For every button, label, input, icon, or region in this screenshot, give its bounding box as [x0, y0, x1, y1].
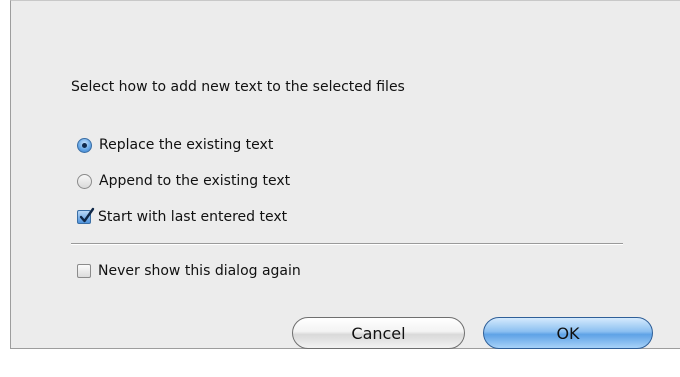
never-show-dialog-checkbox-option[interactable]: Never show this dialog again: [77, 261, 301, 281]
append-text-label: Append to the existing text: [99, 173, 291, 189]
checkbox-checked-icon[interactable]: [77, 207, 95, 224]
never-show-dialog-label: Never show this dialog again: [98, 263, 301, 279]
replace-text-radio-option[interactable]: Replace the existing text: [77, 135, 273, 155]
append-text-radio-option[interactable]: Append to the existing text: [77, 171, 290, 191]
cancel-button[interactable]: Cancel: [292, 317, 465, 349]
separator-line: [71, 243, 623, 245]
start-with-last-text-checkbox-option[interactable]: Start with last entered text: [77, 207, 287, 227]
radio-unselected-icon[interactable]: [77, 173, 92, 189]
start-with-last-text-label: Start with last entered text: [98, 209, 288, 225]
radio-selected-icon[interactable]: [77, 137, 92, 153]
replace-text-label: Replace the existing text: [99, 137, 274, 153]
dialog-prompt: Select how to add new text to the select…: [71, 79, 405, 95]
checkbox-unchecked-icon[interactable]: [77, 264, 91, 278]
dialog-window: Select how to add new text to the select…: [10, 0, 680, 349]
ok-button[interactable]: OK: [483, 317, 653, 349]
